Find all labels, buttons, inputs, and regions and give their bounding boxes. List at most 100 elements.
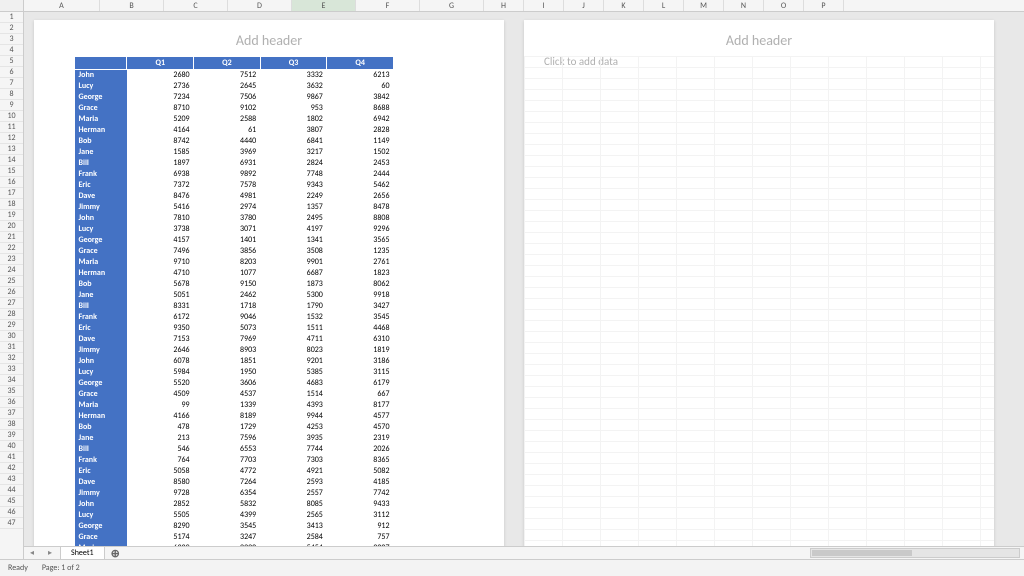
table-row[interactable]: Grace517432472584757: [75, 532, 394, 543]
col-header-L[interactable]: L: [644, 0, 684, 11]
row-value-cell[interactable]: 4711: [260, 334, 327, 345]
col-header-B[interactable]: B: [100, 0, 164, 11]
row-value-cell[interactable]: 3427: [327, 301, 394, 312]
col-header-H[interactable]: H: [484, 0, 524, 11]
table-header-q[interactable]: Q1: [127, 57, 194, 70]
row-name-cell[interactable]: Grace: [75, 389, 127, 400]
row-name-cell[interactable]: Eric: [75, 323, 127, 334]
row-value-cell[interactable]: 4166: [127, 411, 194, 422]
row-header[interactable]: 40: [0, 441, 23, 452]
table-row[interactable]: Jimmy2646890380231819: [75, 345, 394, 356]
table-row[interactable]: Dave8580726425934185: [75, 477, 394, 488]
row-name-cell[interactable]: Grace: [75, 103, 127, 114]
row-value-cell[interactable]: 5082: [327, 466, 394, 477]
row-value-cell[interactable]: 5300: [260, 290, 327, 301]
row-value-cell[interactable]: 1339: [194, 400, 261, 411]
page-header-placeholder[interactable]: Add header: [524, 20, 994, 55]
row-name-cell[interactable]: Grace: [75, 532, 127, 543]
row-name-cell[interactable]: Herman: [75, 125, 127, 136]
row-value-cell[interactable]: 7153: [127, 334, 194, 345]
row-name-cell[interactable]: Maria: [75, 257, 127, 268]
row-header[interactable]: 20: [0, 221, 23, 232]
table-row[interactable]: Lucy5505439925653112: [75, 510, 394, 521]
row-value-cell[interactable]: 2646: [127, 345, 194, 356]
row-value-cell[interactable]: 478: [127, 422, 194, 433]
table-row[interactable]: Grace7496385635081235: [75, 246, 394, 257]
row-name-cell[interactable]: Eric: [75, 466, 127, 477]
row-name-cell[interactable]: John: [75, 356, 127, 367]
row-value-cell[interactable]: 8203: [194, 257, 261, 268]
row-value-cell[interactable]: 1950: [194, 367, 261, 378]
row-header[interactable]: 28: [0, 309, 23, 320]
row-value-cell[interactable]: 1790: [260, 301, 327, 312]
row-header[interactable]: 19: [0, 210, 23, 221]
row-header[interactable]: 43: [0, 474, 23, 485]
row-name-cell[interactable]: Lucy: [75, 510, 127, 521]
row-value-cell[interactable]: 6310: [327, 334, 394, 345]
row-value-cell[interactable]: 5832: [194, 499, 261, 510]
row-name-cell[interactable]: Frank: [75, 455, 127, 466]
table-row[interactable]: John7810378024958808: [75, 213, 394, 224]
row-name-cell[interactable]: Bob: [75, 279, 127, 290]
table-row[interactable]: Bill546655377442026: [75, 444, 394, 455]
col-header-N[interactable]: N: [724, 0, 764, 11]
row-value-cell[interactable]: 667: [327, 389, 394, 400]
row-value-cell[interactable]: 8177: [327, 400, 394, 411]
table-row[interactable]: Jimmy5416297413578478: [75, 202, 394, 213]
row-value-cell[interactable]: 8688: [327, 103, 394, 114]
row-value-cell[interactable]: 8808: [327, 213, 394, 224]
row-value-cell[interactable]: 4185: [327, 477, 394, 488]
table-row[interactable]: Eric5058477249215082: [75, 466, 394, 477]
row-value-cell[interactable]: 3071: [194, 224, 261, 235]
row-header[interactable]: 11: [0, 122, 23, 133]
col-header-P[interactable]: P: [804, 0, 844, 11]
row-header[interactable]: 41: [0, 452, 23, 463]
row-name-cell[interactable]: George: [75, 235, 127, 246]
col-header-C[interactable]: C: [164, 0, 228, 11]
row-value-cell[interactable]: 1077: [194, 268, 261, 279]
col-header-I[interactable]: I: [524, 0, 564, 11]
row-name-cell[interactable]: Lucy: [75, 367, 127, 378]
row-value-cell[interactable]: 7496: [127, 246, 194, 257]
row-value-cell[interactable]: 6942: [327, 114, 394, 125]
row-value-cell[interactable]: 1819: [327, 345, 394, 356]
row-header[interactable]: 31: [0, 342, 23, 353]
table-row[interactable]: Bob478172942534570: [75, 422, 394, 433]
row-value-cell[interactable]: 3112: [327, 510, 394, 521]
table-row[interactable]: Herman4710107766871823: [75, 268, 394, 279]
row-value-cell[interactable]: 3935: [260, 433, 327, 444]
table-row[interactable]: Frank6938989277482444: [75, 169, 394, 180]
row-value-cell[interactable]: 5462: [327, 180, 394, 191]
row-name-cell[interactable]: John: [75, 499, 127, 510]
row-header[interactable]: 47: [0, 518, 23, 529]
row-value-cell[interactable]: 9728: [127, 488, 194, 499]
table-row[interactable]: Maria9710820399012761: [75, 257, 394, 268]
row-value-cell[interactable]: 8189: [194, 411, 261, 422]
table-row[interactable]: Grace450945371514667: [75, 389, 394, 400]
table-row[interactable]: George5520360646836179: [75, 378, 394, 389]
row-value-cell[interactable]: 1718: [194, 301, 261, 312]
row-value-cell[interactable]: 9944: [260, 411, 327, 422]
row-value-cell[interactable]: 9867: [260, 92, 327, 103]
row-value-cell[interactable]: 1341: [260, 235, 327, 246]
row-value-cell[interactable]: 5058: [127, 466, 194, 477]
row-value-cell[interactable]: 5385: [260, 367, 327, 378]
table-row[interactable]: George7234750698673842: [75, 92, 394, 103]
row-value-cell[interactable]: 2462: [194, 290, 261, 301]
row-value-cell[interactable]: 4393: [260, 400, 327, 411]
table-row[interactable]: Jane5051246253009918: [75, 290, 394, 301]
table-row[interactable]: Dave7153796947116310: [75, 334, 394, 345]
row-header[interactable]: 27: [0, 298, 23, 309]
row-value-cell[interactable]: 6938: [127, 169, 194, 180]
row-value-cell[interactable]: 8478: [327, 202, 394, 213]
row-value-cell[interactable]: 5174: [127, 532, 194, 543]
row-value-cell[interactable]: 3247: [194, 532, 261, 543]
row-value-cell[interactable]: 8085: [260, 499, 327, 510]
row-value-cell[interactable]: 7303: [260, 455, 327, 466]
row-value-cell[interactable]: 4981: [194, 191, 261, 202]
row-name-cell[interactable]: Frank: [75, 169, 127, 180]
table-header-q[interactable]: Q3: [260, 57, 327, 70]
row-header[interactable]: 32: [0, 353, 23, 364]
row-value-cell[interactable]: 9350: [127, 323, 194, 334]
row-header[interactable]: 3: [0, 34, 23, 45]
